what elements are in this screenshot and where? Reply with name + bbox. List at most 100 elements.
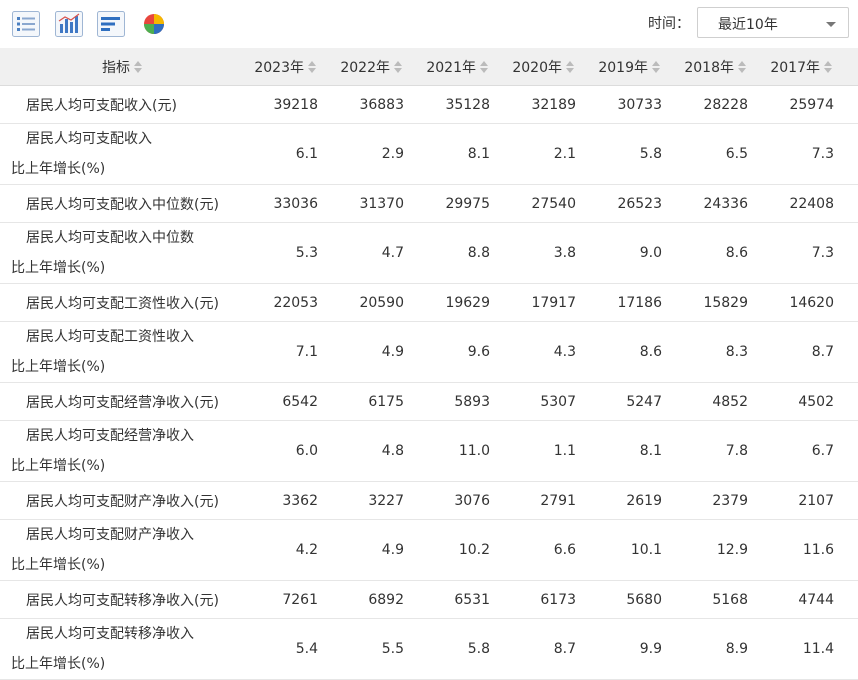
header-year[interactable]: 2021年 (410, 48, 496, 86)
row-label-line1: 居民人均可支配工资性收入 (26, 329, 194, 345)
cell-value: 7261 (244, 580, 324, 619)
cell-value: 29975 (410, 184, 496, 223)
sort-icon[interactable] (134, 60, 142, 73)
cell-value: 2619 (582, 481, 668, 520)
cell-value: 5247 (582, 382, 668, 421)
row-label-text: 居民人均可支配收入(元) (26, 97, 177, 114)
table-row: 居民人均可支配收入中位数(元) 33036 31370 29975 27540 26523… (0, 184, 858, 223)
cell-value: 5.3 (244, 222, 324, 284)
table-row: 居民人均可支配收入(元) 39218 36883 35128 32189 30733 282… (0, 85, 858, 124)
header-year[interactable]: 2020年 (496, 48, 582, 86)
cell-value: 39218 (244, 85, 324, 124)
cell-value: 10.2 (410, 519, 496, 581)
row-label: 居民人均可支配转移净收入 比上年增长(%) (0, 618, 244, 680)
sort-icon[interactable] (394, 60, 402, 73)
cell-value: 14620 (754, 283, 840, 322)
cell-value: 7.1 (244, 321, 324, 383)
cell-value: 4.8 (324, 420, 410, 482)
header-year[interactable]: 2018年 (668, 48, 754, 86)
cell-value: 8.1 (410, 123, 496, 185)
cell-value: 2.1 (496, 123, 582, 185)
cell-value: 3362 (244, 481, 324, 520)
cell-value: 8.7 (496, 618, 582, 680)
cell-value: 1.1 (496, 420, 582, 482)
cell-value: 8.9 (668, 618, 754, 680)
table-row: 居民人均可支配收入 比上年增长(%) 6.1 2.9 8.1 2.1 5.8 6.5 7.3 (0, 123, 858, 185)
cell-value: 24336 (668, 184, 754, 223)
table-row: 居民人均可支配转移净收入 比上年增长(%) 5.4 5.5 5.8 8.7 9.9 8.9 11… (0, 618, 858, 680)
cell-value: 6892 (324, 580, 410, 619)
chevron-down-icon (826, 22, 836, 27)
cell-value: 4852 (668, 382, 754, 421)
cell-value: 11.6 (754, 519, 840, 581)
sort-icon[interactable] (738, 60, 746, 73)
table-row: 居民人均可支配工资性收入(元) 22053 20590 19629 17917 17186… (0, 283, 858, 322)
header-overflow (840, 48, 858, 86)
sort-icon[interactable] (566, 60, 574, 73)
cell-value: 25974 (754, 85, 840, 124)
cell-value: 4.7 (324, 222, 410, 284)
cell-value: 5307 (496, 382, 582, 421)
sort-icon[interactable] (824, 60, 832, 73)
cell-value: 9.9 (582, 618, 668, 680)
cell-value: 6.6 (496, 519, 582, 581)
cell-value: 6531 (410, 580, 496, 619)
header-year[interactable]: 2017年 (754, 48, 840, 86)
row-label-line2: 比上年增长(%) (11, 656, 106, 672)
row-label-line2: 比上年增长(%) (11, 359, 106, 375)
cell-value: 36883 (324, 85, 410, 124)
cell-value: 15829 (668, 283, 754, 322)
pie-chart-icon[interactable] (140, 11, 168, 37)
cell-value: 35128 (410, 85, 496, 124)
cell-overflow (840, 382, 858, 421)
cell-value: 33036 (244, 184, 324, 223)
header-indicator[interactable]: 指标 (0, 48, 244, 86)
row-label: 居民人均可支配财产净收入(元) (0, 481, 244, 520)
bar-chart-icon[interactable] (55, 11, 83, 37)
cell-value: 5.4 (244, 618, 324, 680)
cell-value: 9.0 (582, 222, 668, 284)
time-range-select[interactable]: 最近10年 (697, 7, 849, 38)
table-header-row: 指标 2023年 2022年 2021年 2020年 2019年 2018年 2017年 (0, 48, 858, 86)
row-label-line1: 居民人均可支配收入 (26, 131, 152, 147)
table-view-icon[interactable] (12, 11, 40, 37)
table-row: 居民人均可支配经营净收入(元) 6542 6175 5893 5307 5247 4852 4… (0, 382, 858, 421)
cell-value: 6173 (496, 580, 582, 619)
cell-overflow (840, 283, 858, 322)
row-label: 居民人均可支配工资性收入比上年增长(%) (0, 321, 244, 383)
sort-icon[interactable] (308, 60, 316, 73)
row-label: 居民人均可支配收入(元) (0, 85, 244, 124)
cell-value: 5893 (410, 382, 496, 421)
row-label-line1: 居民人均可支配收入中位数 (26, 230, 194, 246)
header-year[interactable]: 2022年 (324, 48, 410, 86)
cell-value: 6.0 (244, 420, 324, 482)
horizontal-bar-chart-icon[interactable] (97, 11, 125, 37)
row-label: 居民人均可支配收入 比上年增长(%) (0, 123, 244, 185)
cell-value: 4502 (754, 382, 840, 421)
cell-value: 9.6 (410, 321, 496, 383)
row-label-text: 居民人均可支配经营净收入(元) (26, 394, 219, 411)
cell-value: 28228 (668, 85, 754, 124)
sort-icon[interactable] (652, 60, 660, 73)
table-row: 居民人均可支配财产净收入 比上年增长(%) 4.2 4.9 10.2 6.6 10.1 12.… (0, 519, 858, 581)
cell-overflow (840, 618, 858, 680)
header-year[interactable]: 2019年 (582, 48, 668, 86)
cell-value: 26523 (582, 184, 668, 223)
row-label-line2: 比上年增长(%) (11, 557, 106, 573)
row-label-text: 居民人均可支配收入中位数(元) (26, 196, 219, 213)
header-year[interactable]: 2023年 (244, 48, 324, 86)
cell-value: 5.8 (582, 123, 668, 185)
cell-value: 22408 (754, 184, 840, 223)
sort-icon[interactable] (480, 60, 488, 73)
row-label: 居民人均可支配经营净收入(元) (0, 382, 244, 421)
cell-value: 6.1 (244, 123, 324, 185)
cell-value: 5680 (582, 580, 668, 619)
toolbar: 时间： 最近10年 (0, 0, 858, 48)
cell-value: 31370 (324, 184, 410, 223)
table-row: 居民人均可支配工资性收入 比上年增长(%) 7.1 4.9 9.6 4.3 8.6 8.3 8.… (0, 321, 858, 383)
cell-value: 3.8 (496, 222, 582, 284)
cell-value: 6.7 (754, 420, 840, 482)
cell-value: 20590 (324, 283, 410, 322)
cell-overflow (840, 184, 858, 223)
cell-value: 8.7 (754, 321, 840, 383)
